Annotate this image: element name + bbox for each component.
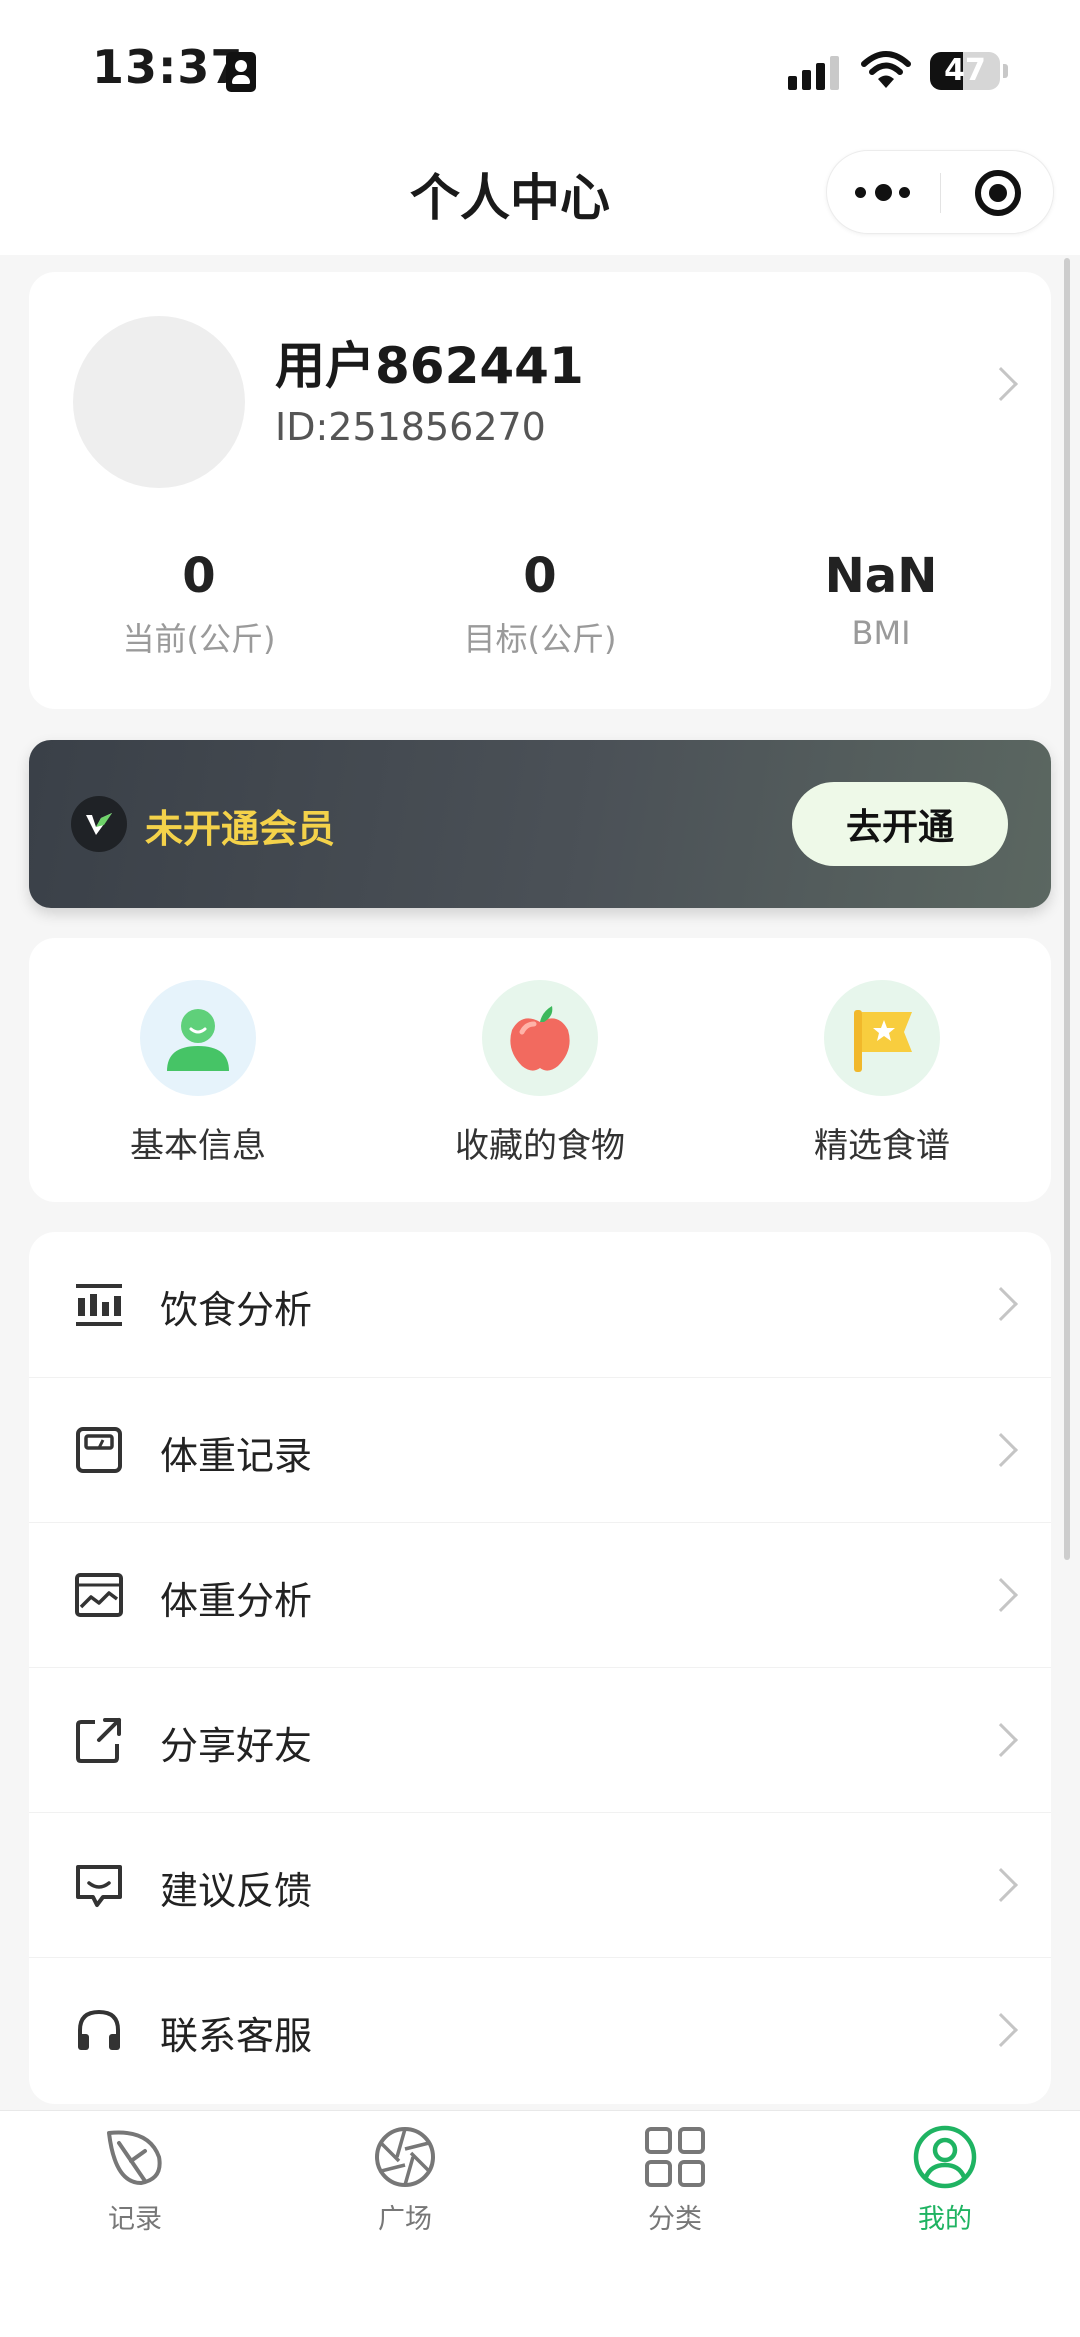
aperture-icon [375, 2127, 435, 2187]
vip-status: 未开通会员 [145, 807, 336, 851]
battery-level: 47 [944, 53, 986, 88]
feedback-icon [76, 1865, 122, 1907]
menu-item-customer-service[interactable]: 联系客服 [29, 1957, 1051, 2102]
vip-logo-icon [71, 796, 127, 852]
user-icon [140, 980, 256, 1096]
stat-value: 0 [523, 548, 557, 604]
battery-icon: 47 [930, 52, 1000, 90]
menu-item-label: 联系客服 [160, 2014, 313, 2058]
leaf-icon [107, 2130, 162, 2185]
quick-actions-card: 基本信息 收藏的食物 精选食谱 [29, 938, 1051, 1202]
chevron-right-icon [984, 1578, 1018, 1612]
more-icon[interactable] [855, 181, 915, 205]
mini-program-capsule [826, 150, 1054, 234]
avatar[interactable] [73, 316, 245, 488]
quick-action-label: 收藏的食物 [455, 1126, 625, 1166]
chevron-right-icon [984, 1868, 1018, 1902]
stat-current-weight: 0 当前(公斤) [29, 548, 369, 660]
tab-category[interactable]: 分类 [540, 2123, 810, 2236]
headphones-icon [78, 2009, 120, 2050]
apple-icon [482, 980, 598, 1096]
scrollbar[interactable] [1064, 258, 1070, 1560]
cellular-signal-icon [788, 54, 840, 90]
battery-tip [1003, 64, 1008, 78]
menu-item-label: 体重分析 [160, 1579, 313, 1623]
menu-item-label: 体重记录 [160, 1434, 313, 1478]
menu-item-label: 建议反馈 [160, 1869, 313, 1913]
menu-item-label: 饮食分析 [160, 1288, 313, 1332]
capsule-divider [940, 173, 941, 213]
activate-vip-button[interactable]: 去开通 [792, 782, 1008, 866]
menu-item-feedback[interactable]: 建议反馈 [29, 1812, 1051, 1957]
quick-action-favorite-foods[interactable]: 收藏的食物 [410, 980, 670, 1167]
tab-mine[interactable]: 我的 [810, 2123, 1080, 2236]
wifi-icon [861, 51, 911, 88]
menu-list: 饮食分析 体重记录 体重分析 分享好友 建议反馈 联系客服 [29, 1232, 1051, 2104]
chevron-right-icon [984, 2013, 1018, 2047]
user-name: 用户862441 [275, 337, 584, 395]
chevron-right-icon [984, 1287, 1018, 1321]
quick-action-label: 精选食谱 [814, 1126, 950, 1166]
chart-icon [75, 1573, 123, 1617]
quick-action-selected-recipes[interactable]: 精选食谱 [752, 980, 1012, 1167]
stat-bmi: NaN BMI [711, 548, 1051, 652]
stat-label: 当前(公斤) [122, 620, 276, 658]
stat-label: BMI [851, 614, 911, 652]
chevron-right-icon [984, 1723, 1018, 1757]
tab-bar: 记录 广场 分类 我的 [0, 2110, 1080, 2337]
stat-value: 0 [182, 548, 216, 604]
menu-item-diet-analysis[interactable]: 饮食分析 [29, 1232, 1051, 1377]
nav-bar: 个人中心 [0, 130, 1080, 255]
chevron-right-icon [984, 367, 1018, 401]
chevron-right-icon [984, 1433, 1018, 1467]
menu-item-share[interactable]: 分享好友 [29, 1667, 1051, 1812]
user-id: ID:251856270 [275, 405, 546, 449]
menu-item-weight-record[interactable]: 体重记录 [29, 1377, 1051, 1522]
menu-item-weight-analysis[interactable]: 体重分析 [29, 1522, 1051, 1667]
menu-item-label: 分享好友 [160, 1724, 313, 1768]
tab-square[interactable]: 广场 [270, 2123, 540, 2236]
status-bar: 13:37 47 [0, 0, 1080, 130]
grid-icon [645, 2127, 705, 2187]
scale-icon [76, 1427, 122, 1473]
stat-target-weight: 0 目标(公斤) [370, 548, 710, 660]
stat-value: NaN [824, 548, 938, 604]
tab-label: 广场 [378, 2204, 432, 2235]
tab-label: 记录 [108, 2204, 162, 2235]
id-card-icon [226, 52, 256, 92]
profile-icon [913, 2125, 977, 2189]
stat-label: 目标(公斤) [463, 620, 617, 658]
share-icon [76, 1718, 121, 1763]
close-mini-program-icon[interactable] [975, 170, 1021, 216]
page: 13:37 47 个人中心 用户862441 ID:251856270 0 当前… [0, 0, 1080, 2337]
diet-analysis-icon [76, 1284, 122, 1326]
tab-record[interactable]: 记录 [0, 2123, 270, 2236]
star-flag-icon [824, 980, 940, 1096]
status-time: 13:37 [92, 40, 244, 94]
vip-banner[interactable]: 未开通会员 去开通 [29, 740, 1051, 908]
quick-action-basic-info[interactable]: 基本信息 [68, 980, 328, 1167]
quick-action-label: 基本信息 [130, 1126, 266, 1166]
tab-label: 我的 [918, 2204, 972, 2235]
profile-card[interactable]: 用户862441 ID:251856270 0 当前(公斤) 0 目标(公斤) … [29, 272, 1051, 709]
tab-label: 分类 [648, 2204, 702, 2235]
